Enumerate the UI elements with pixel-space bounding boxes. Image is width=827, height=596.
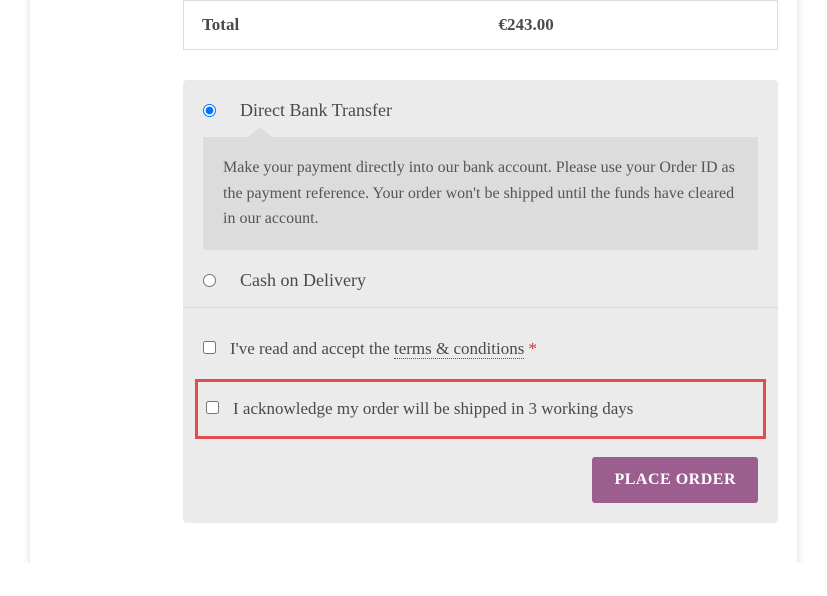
payment-description-bank: Make your payment directly into our bank…: [203, 137, 758, 250]
payment-box: Direct Bank Transfer Make your payment d…: [183, 80, 778, 523]
terms-section: I've read and accept the terms & conditi…: [183, 318, 778, 523]
total-value: €243.00: [481, 1, 778, 50]
payment-method-bank[interactable]: Direct Bank Transfer: [203, 100, 758, 121]
place-order-row: PLACE ORDER: [203, 453, 758, 503]
acknowledge-label[interactable]: I acknowledge my order will be shipped i…: [233, 396, 633, 422]
table-row: Total €243.00: [184, 1, 778, 50]
terms-checkbox[interactable]: [203, 341, 216, 354]
order-summary-table: Total €243.00: [183, 0, 778, 50]
payment-label-cod[interactable]: Cash on Delivery: [240, 270, 366, 291]
payment-method-cod[interactable]: Cash on Delivery: [203, 270, 758, 291]
acknowledge-highlight: I acknowledge my order will be shipped i…: [195, 379, 766, 439]
acknowledge-checkbox-row[interactable]: I acknowledge my order will be shipped i…: [206, 384, 755, 434]
payment-label-bank[interactable]: Direct Bank Transfer: [240, 100, 392, 121]
place-order-button[interactable]: PLACE ORDER: [592, 457, 758, 503]
terms-checkbox-row[interactable]: I've read and accept the terms & conditi…: [203, 336, 758, 362]
payment-radio-cod[interactable]: [203, 274, 216, 287]
terms-link[interactable]: terms & conditions: [394, 339, 524, 359]
payment-radio-bank[interactable]: [203, 104, 216, 117]
terms-label[interactable]: I've read and accept the terms & conditi…: [230, 336, 537, 362]
section-divider: [183, 307, 778, 308]
payment-methods-list: Direct Bank Transfer Make your payment d…: [183, 80, 778, 291]
required-mark: *: [528, 339, 537, 358]
terms-prefix: I've read and accept the: [230, 339, 394, 358]
checkout-content: Total €243.00 Direct Bank Transfer Make …: [30, 0, 797, 563]
acknowledge-checkbox[interactable]: [206, 401, 219, 414]
total-label: Total: [184, 1, 481, 50]
right-sidebar-edge: [797, 0, 827, 563]
left-sidebar-edge: [0, 0, 30, 563]
